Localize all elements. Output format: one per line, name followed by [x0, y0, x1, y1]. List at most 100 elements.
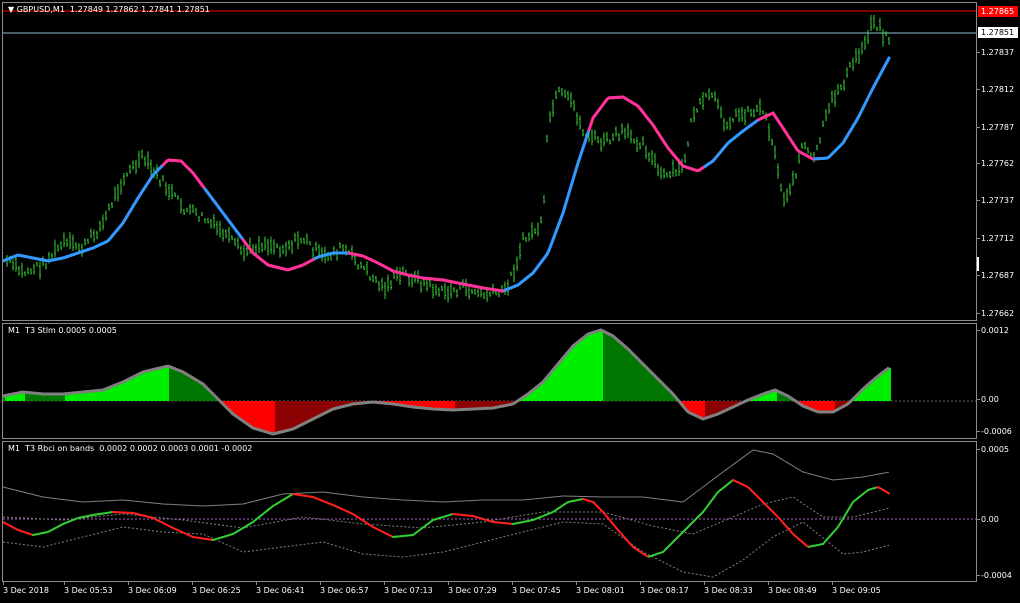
stlm-histogram-bar [605, 332, 607, 401]
stlm-histogram-bar [129, 379, 131, 401]
stlm-histogram-bar [141, 373, 143, 401]
price-chart-canvas [3, 10, 976, 303]
stlm-histogram-bar [571, 348, 573, 401]
stlm-histogram-bar [271, 401, 273, 434]
stlm-histogram-bar [145, 371, 147, 401]
stlm-histogram-bar [261, 401, 263, 431]
stlm-histogram-bar [267, 401, 269, 433]
stlm-histogram-bar [637, 358, 639, 401]
price-axis[interactable]: 1.27837 1.27812 1.27787 1.27762 1.27737 1.277… [976, 2, 1020, 321]
time-tick-label: 3 Dec 06:09 [128, 582, 177, 595]
stlm-histogram-bar [565, 355, 567, 401]
stlm-histogram-bar [157, 368, 159, 401]
bid-price-tag: 1.27851 [978, 27, 1018, 38]
stlm-histogram-bar [307, 401, 309, 422]
stlm-histogram-bar [629, 350, 631, 401]
stlm-histogram-bar [557, 365, 559, 401]
stlm-histogram-bar [119, 383, 121, 401]
stlm-histogram-bar [259, 401, 261, 430]
stlm-axis: 0.0012 0.00 -0.0006 [977, 323, 1020, 439]
dropdown-triangle-icon[interactable]: ▼ [8, 5, 14, 14]
stlm-histogram-bar [199, 381, 201, 401]
stlm-histogram-bar [613, 336, 615, 401]
stlm-histogram-bar [645, 366, 647, 401]
stlm-histogram-bar [287, 401, 289, 431]
stlm-histogram-bar [631, 352, 633, 401]
stlm-histogram-bar [883, 372, 885, 401]
rbci-axis: 0.0005 0.00 -0.0004 [977, 441, 1020, 582]
stlm-histogram-bar [545, 379, 547, 401]
stlm-histogram-bar [279, 401, 281, 433]
time-tick-label: 3 Dec 09:05 [832, 582, 881, 595]
stlm-histogram-bar [831, 401, 833, 412]
stlm-histogram-bar [159, 368, 161, 401]
stlm-histogram-bar [281, 401, 283, 432]
stlm-histogram-bar [265, 401, 267, 432]
stlm-histogram-bar [153, 369, 155, 401]
time-tick-label: 3 Dec 07:13 [384, 582, 433, 595]
stlm-histogram-bar [111, 386, 113, 401]
stlm-histogram-bar [561, 360, 563, 401]
stlm-histogram-bar [713, 401, 715, 416]
time-tick-label: 3 Dec 07:29 [448, 582, 497, 595]
time-tick-label: 3 Dec 06:41 [256, 582, 305, 595]
stlm-histogram-bar [121, 382, 123, 401]
stlm-histogram-bar [163, 367, 165, 401]
stlm-histogram-bar [179, 370, 181, 401]
stlm-histogram-bar [869, 383, 871, 401]
stlm-histogram-bar [649, 370, 651, 401]
stlm-indicator-pane[interactable]: M1 T3 Stlm 0.0005 0.0005 [2, 323, 977, 439]
stlm-histogram-bar [541, 383, 543, 401]
ask-price-tag: 1.27865 [978, 6, 1018, 17]
stlm-histogram-bar [263, 401, 265, 431]
stlm-histogram-bar [875, 378, 877, 401]
stlm-histogram-bar [139, 374, 141, 401]
axis-tick-label: 1.27687 [976, 271, 1015, 280]
stlm-histogram-bar [633, 354, 635, 401]
stlm-histogram-bar [269, 401, 271, 433]
price-chart-pane[interactable]: ▼ GBPUSD,M1 1.27849 1.27862 1.27841 1.27… [2, 2, 977, 321]
stlm-histogram-bar [599, 330, 601, 401]
stlm-histogram-bar [149, 370, 151, 401]
stlm-histogram-bar [617, 339, 619, 401]
stlm-histogram-bar [273, 401, 275, 434]
time-tick-label: 3 Dec 08:01 [576, 582, 625, 595]
stlm-histogram-bar [829, 401, 831, 412]
stlm-histogram-bar [117, 384, 119, 401]
stlm-histogram-bar [627, 348, 629, 401]
stlm-histogram-bar [187, 374, 189, 401]
stlm-histogram-bar [183, 372, 185, 401]
time-axis[interactable]: 3 Dec 2018 3 Dec 05:53 3 Dec 06:09 3 Dec 06… [2, 582, 977, 603]
stlm-histogram-bar [241, 401, 243, 420]
stlm-histogram-bar [623, 344, 625, 401]
stlm-histogram-bar [185, 373, 187, 401]
stlm-histogram-bar [543, 382, 545, 401]
chart-shift-marker[interactable] [977, 257, 979, 271]
stlm-histogram-bar [147, 371, 149, 401]
stlm-histogram-bar [143, 372, 145, 401]
stlm-histogram-bar [245, 401, 247, 423]
stlm-histogram-bar [579, 341, 581, 401]
axis-tick-label: 1.27837 [976, 48, 1015, 57]
stlm-histogram-bar [309, 401, 311, 421]
axis-tick-label: 1.27737 [976, 196, 1015, 205]
stlm-histogram-bar [625, 346, 627, 401]
stlm-histogram-bar [821, 401, 823, 412]
stlm-histogram-bar [593, 332, 595, 401]
stlm-histogram-bar [253, 401, 255, 428]
stlm-histogram-bar [105, 389, 107, 401]
stlm-histogram-bar [695, 401, 697, 416]
stlm-histogram-bar [171, 367, 173, 401]
stlm-histogram-bar [175, 368, 177, 401]
stlm-histogram-bar [165, 366, 167, 401]
stlm-histogram-bar [643, 364, 645, 401]
stlm-histogram-bar [189, 375, 191, 401]
chart-title: ▼ GBPUSD,M1 1.27849 1.27862 1.27841 1.27… [8, 5, 210, 15]
rbci-indicator-pane[interactable]: M1 T3 Rbci on bands 0.0002 0.0002 0.0003… [2, 441, 977, 582]
stlm-histogram-bar [583, 338, 585, 401]
stlm-histogram-bar [131, 378, 133, 401]
stlm-histogram-bar [97, 390, 99, 401]
stlm-histogram-bar [591, 333, 593, 401]
stlm-histogram-bar [589, 333, 591, 401]
axis-tick-label: 1.27762 [976, 159, 1015, 168]
